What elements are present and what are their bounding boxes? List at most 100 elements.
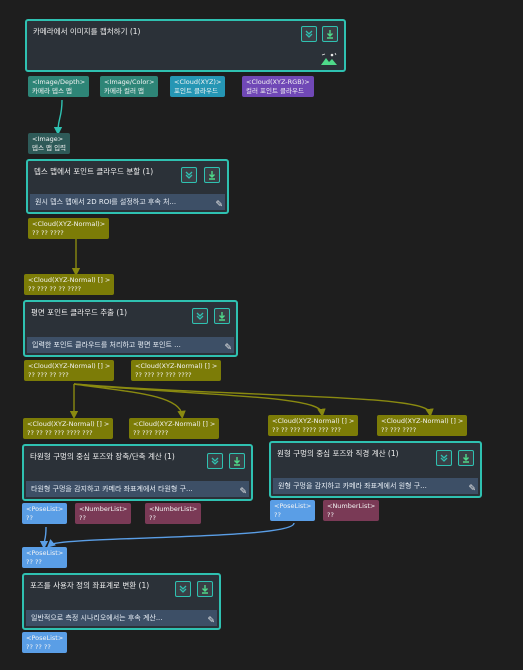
expand-button[interactable] [207,453,223,469]
port-label: 카메라 컬러 맵 [104,86,145,95]
port-output-cloud-normal[interactable]: <Cloud(XYZ-Normal)> ?? ?? ???? [28,218,110,239]
node-title: 원형 구멍의 중심 포즈와 직경 계산 (1) [277,449,399,458]
download-button[interactable] [458,450,474,466]
port-label: 카메라 뎁스 맵 [32,86,73,95]
port-label: ?? ?? ?? [26,642,51,651]
download-button[interactable] [197,581,213,597]
port-input-ellipse-cloud-2[interactable]: <Cloud(XYZ-Normal) [] > ?? ??? ???? [129,418,220,439]
port-type: <Cloud(XYZ-Normal) [] > [133,420,216,428]
port-output-depth-map[interactable]: <Image/Depth> 카메라 뎁스 맵 [28,76,90,97]
port-output-circle-numberlist[interactable]: <NumberList> ?? [323,500,380,521]
node-description: 원형 구멍을 감지하고 카메라 좌표계에서 원형 구... [273,478,478,494]
port-output-color-point-cloud[interactable]: <Cloud(XYZ-RGB)> 컬러 포인트 클라우드 [242,76,314,97]
download-button[interactable] [322,26,338,42]
port-label: ?? ??? ???? [381,425,417,434]
download-button[interactable] [214,308,230,324]
port-type: <PoseList> [26,634,64,642]
port-type: <Image> [32,135,64,143]
expand-button[interactable] [436,450,452,466]
port-type: <Image/Color> [104,78,155,86]
port-type: <Cloud(XYZ-Normal) [] > [28,276,111,284]
download-arrow-icon [327,30,333,39]
wire-plane-to-circle2 [73,383,434,418]
chevron-double-down-icon [196,312,204,320]
port-output-circle-poselist[interactable]: <PoseList> ?? [270,500,316,521]
node-plane-extraction[interactable]: 평면 포인트 클라우드 추출 (1) 입력한 포인트 클라우드를 처리하고 평면… [23,300,238,357]
description-text: 타원형 구멍을 감지하고 카메라 좌표계에서 타원형 구... [31,485,193,493]
node-circle-hole-pose[interactable]: 원형 구멍의 중심 포즈와 직경 계산 (1) 원형 구멍을 감지하고 카메라 … [269,441,482,498]
port-type: <NumberList> [149,505,198,513]
port-output-remaining-cloud[interactable]: <Cloud(XYZ-Normal) [] > ?? ??? ?? ??? ??… [131,360,222,381]
node-description: 일반적으로 측정 시나리오에서는 후속 계산... [26,610,217,626]
node-capture-image[interactable]: 카메라에서 이미지를 캡처하기 (1) [25,19,346,72]
port-output-ellipse-poselist[interactable]: <PoseList> ?? [22,503,68,524]
port-type: <Cloud(XYZ-RGB)> [246,78,310,86]
port-label: 포인트 클라우드 [174,86,218,95]
port-label: ?? ?? ??? ???? ??? ??? [272,425,341,434]
node-title: 카메라에서 이미지를 캡처하기 (1) [33,27,141,36]
wire-depth-to-input [53,99,63,136]
node-ellipse-hole-pose[interactable]: 타원형 구멍의 중심 포즈와 장축/단축 계산 (1) 타원형 구멍을 감지하고… [22,444,253,501]
port-label: 컬러 포인트 클라우드 [246,86,304,95]
port-type: <NumberList> [79,505,128,513]
expand-button[interactable] [181,167,197,183]
port-label: ?? ?? ???? [32,228,64,237]
port-input-poselist[interactable]: <PoseList> ?? ?? [22,547,68,568]
port-label: ?? ??? ?? ??? ???? [135,370,192,379]
description-text: 일반적으로 측정 시나리오에서는 후속 계산... [31,614,163,622]
chevron-double-down-icon [211,457,219,465]
description-text: 원시 뎁스 맵에서 2D ROI를 설정하고 후속 처... [35,198,177,206]
node-title: 평면 포인트 클라우드 추출 (1) [31,308,128,317]
port-label: ?? [274,510,281,519]
chevron-double-down-icon [179,585,187,593]
port-input-circle-cloud-1[interactable]: <Cloud(XYZ-Normal) [] > ?? ?? ??? ???? ?… [268,415,359,436]
edit-icon[interactable]: ✎ [224,343,232,353]
port-input-circle-cloud-2[interactable]: <Cloud(XYZ-Normal) [] > ?? ??? ???? [377,415,468,436]
port-label: ?? [327,510,334,519]
node-description: 타원형 구멍을 감지하고 카메라 좌표계에서 타원형 구... [26,481,249,497]
download-button[interactable] [204,167,220,183]
node-transform-poses[interactable]: 포즈를 사용자 정의 좌표계로 변환 (1) 일반적으로 측정 시나리오에서는 … [22,573,221,630]
download-button[interactable] [229,453,245,469]
port-type: <PoseList> [26,505,64,513]
port-type: <Cloud(XYZ-Normal) [] > [381,417,464,425]
download-arrow-icon [209,171,215,180]
download-arrow-icon [463,454,469,463]
port-input-ellipse-cloud-1[interactable]: <Cloud(XYZ-Normal) [] > ?? ?? ?? ??? ???… [23,418,114,439]
node-description: 입력한 포인트 클라우드를 처리하고 평면 포인트 ... [27,337,234,353]
port-label: ?? [26,513,33,522]
node-description: 원시 뎁스 맵에서 2D ROI를 설정하고 후속 처... [30,194,225,210]
description-text: 원형 구멍을 감지하고 카메라 좌표계에서 원형 구... [278,482,427,490]
port-input-cloud-normal-list[interactable]: <Cloud(XYZ-Normal) [] > ?? ??? ?? ?? ???… [24,274,115,295]
edit-icon[interactable]: ✎ [207,616,215,626]
port-type: <PoseList> [26,549,64,557]
download-arrow-icon [202,585,208,594]
edit-icon[interactable]: ✎ [215,200,223,210]
port-type: <PoseList> [274,502,312,510]
edit-icon[interactable]: ✎ [239,487,247,497]
port-label: ?? ??? ?? ??? [28,370,69,379]
chevron-double-down-icon [305,30,313,38]
port-type: <Cloud(XYZ-Normal) [] > [135,362,218,370]
expand-button[interactable] [175,581,191,597]
port-type: <Cloud(XYZ-Normal) [] > [272,417,355,425]
node-title: 타원형 구멍의 중심 포즈와 장축/단축 계산 (1) [30,452,175,461]
port-label: ?? ??? ?? ?? ???? [28,284,82,293]
download-arrow-icon [219,312,225,321]
expand-button[interactable] [301,26,317,42]
port-output-ellipse-numberlist-2[interactable]: <NumberList> ?? [145,503,202,524]
node-depth-to-point-cloud[interactable]: 뎁스 맵에서 포인트 클라우드 분할 (1) 원시 뎁스 맵에서 2D ROI를… [26,159,229,214]
port-output-ellipse-numberlist-1[interactable]: <NumberList> ?? [75,503,132,524]
port-type: <Cloud(XYZ-Normal)> [32,220,106,228]
port-output-transformed-poselist[interactable]: <PoseList> ?? ?? ?? [22,632,68,653]
description-text: 입력한 포인트 클라우드를 처리하고 평면 포인트 ... [32,341,181,349]
port-output-color-map[interactable]: <Image/Color> 카메라 컬러 맵 [100,76,159,97]
expand-button[interactable] [192,308,208,324]
edit-icon[interactable]: ✎ [468,484,476,494]
port-type: <Image/Depth> [32,78,86,86]
port-input-image[interactable]: <Image> 뎁스 맵 입력 [28,133,71,154]
port-type: <NumberList> [327,502,376,510]
port-output-plane-cloud[interactable]: <Cloud(XYZ-Normal) [] > ?? ??? ?? ??? [24,360,115,381]
port-output-point-cloud[interactable]: <Cloud(XYZ)> 포인트 클라우드 [170,76,226,97]
port-label: ?? [79,513,86,522]
